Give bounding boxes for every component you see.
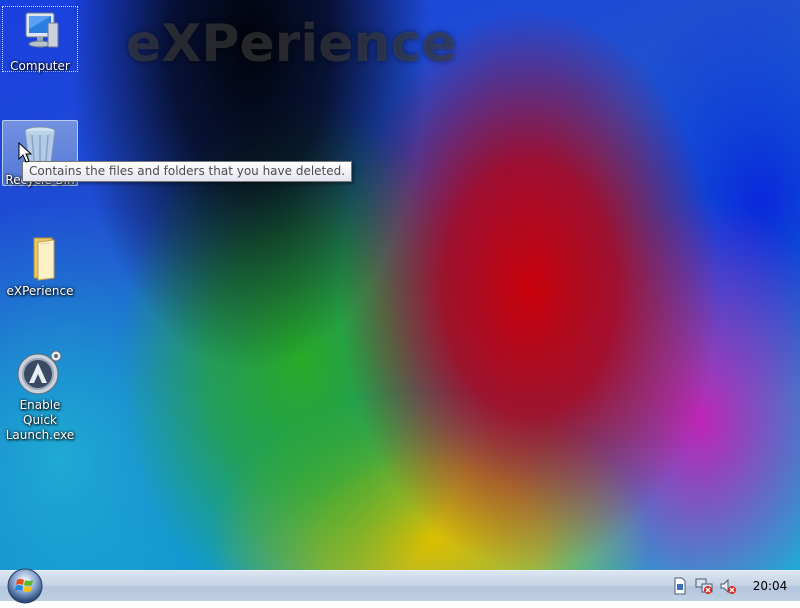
desktop-icon-label: eXPerience: [6, 284, 74, 298]
windows-start-icon: [7, 568, 43, 604]
taskbar: 20:04: [0, 568, 800, 604]
desktop-icon-quick-launch[interactable]: Enable Quick Launch.exe: [2, 346, 78, 443]
quick-launch-icon: [16, 348, 64, 396]
volume-muted-icon[interactable]: [719, 577, 737, 595]
desktop-icon-folder[interactable]: eXPerience: [2, 232, 78, 299]
folder-icon: [16, 234, 64, 282]
mouse-cursor-icon: [18, 141, 33, 167]
desktop[interactable]: eXPerience Computer Recycle Bin: [0, 0, 800, 570]
desktop-icon-computer[interactable]: Computer: [2, 6, 78, 73]
network-icon[interactable]: [695, 577, 713, 595]
recycle-bin-tooltip: Contains the files and folders that you …: [22, 161, 353, 182]
document-icon[interactable]: [671, 577, 689, 595]
desktop-icon-label: Enable Quick Launch.exe: [5, 398, 75, 442]
wallpaper-watermark: eXPerience: [126, 14, 457, 74]
start-button[interactable]: [6, 567, 44, 605]
desktop-icon-label: Computer: [10, 59, 70, 73]
taskbar-clock[interactable]: 20:04: [740, 579, 800, 593]
system-tray: 20:04: [668, 571, 800, 601]
computer-icon: [16, 9, 64, 57]
